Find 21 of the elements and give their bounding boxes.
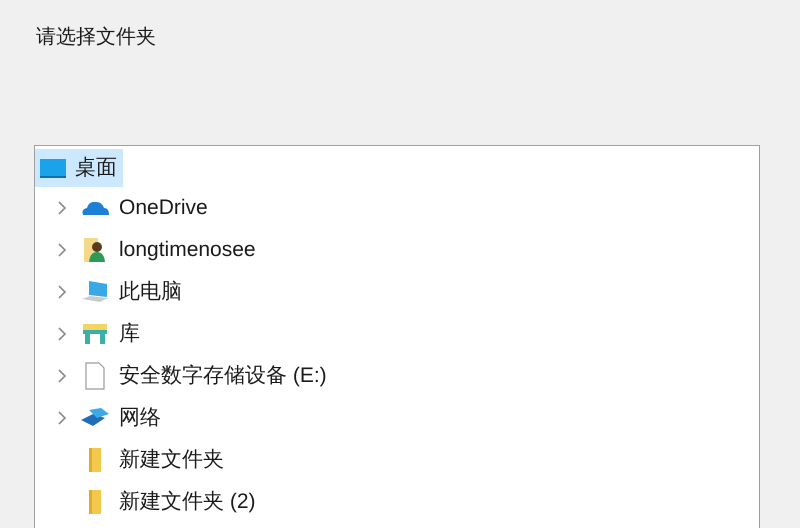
tree-item[interactable]: 网络: [75, 399, 167, 437]
chevron-icon[interactable]: [57, 284, 67, 300]
library-icon: [81, 322, 109, 346]
chevron-icon[interactable]: [57, 242, 67, 258]
chevron-icon[interactable]: [57, 200, 67, 216]
chevron-icon[interactable]: [57, 368, 67, 384]
tree-item[interactable]: 新建文件夹: [75, 441, 230, 479]
document-icon: [83, 361, 107, 391]
tree-item[interactable]: 安全数字存储设备 (E:): [75, 357, 333, 395]
laptop-icon: [80, 279, 110, 305]
tree-item[interactable]: 桌面: [35, 149, 123, 187]
chevron-icon[interactable]: [57, 326, 67, 342]
chevron-icon[interactable]: [57, 410, 67, 426]
tree-item[interactable]: 库: [75, 315, 146, 353]
monitor-icon: [39, 157, 67, 179]
prompt-text: 请选择文件夹: [36, 26, 156, 48]
tree-item[interactable]: longtimenosee: [75, 231, 262, 269]
tree-item[interactable]: 新建文件夹 (2): [75, 483, 262, 521]
user-folder-icon: [82, 236, 108, 264]
tree-item[interactable]: 此电脑: [75, 273, 188, 311]
tree-item[interactable]: OneDrive: [75, 189, 214, 227]
